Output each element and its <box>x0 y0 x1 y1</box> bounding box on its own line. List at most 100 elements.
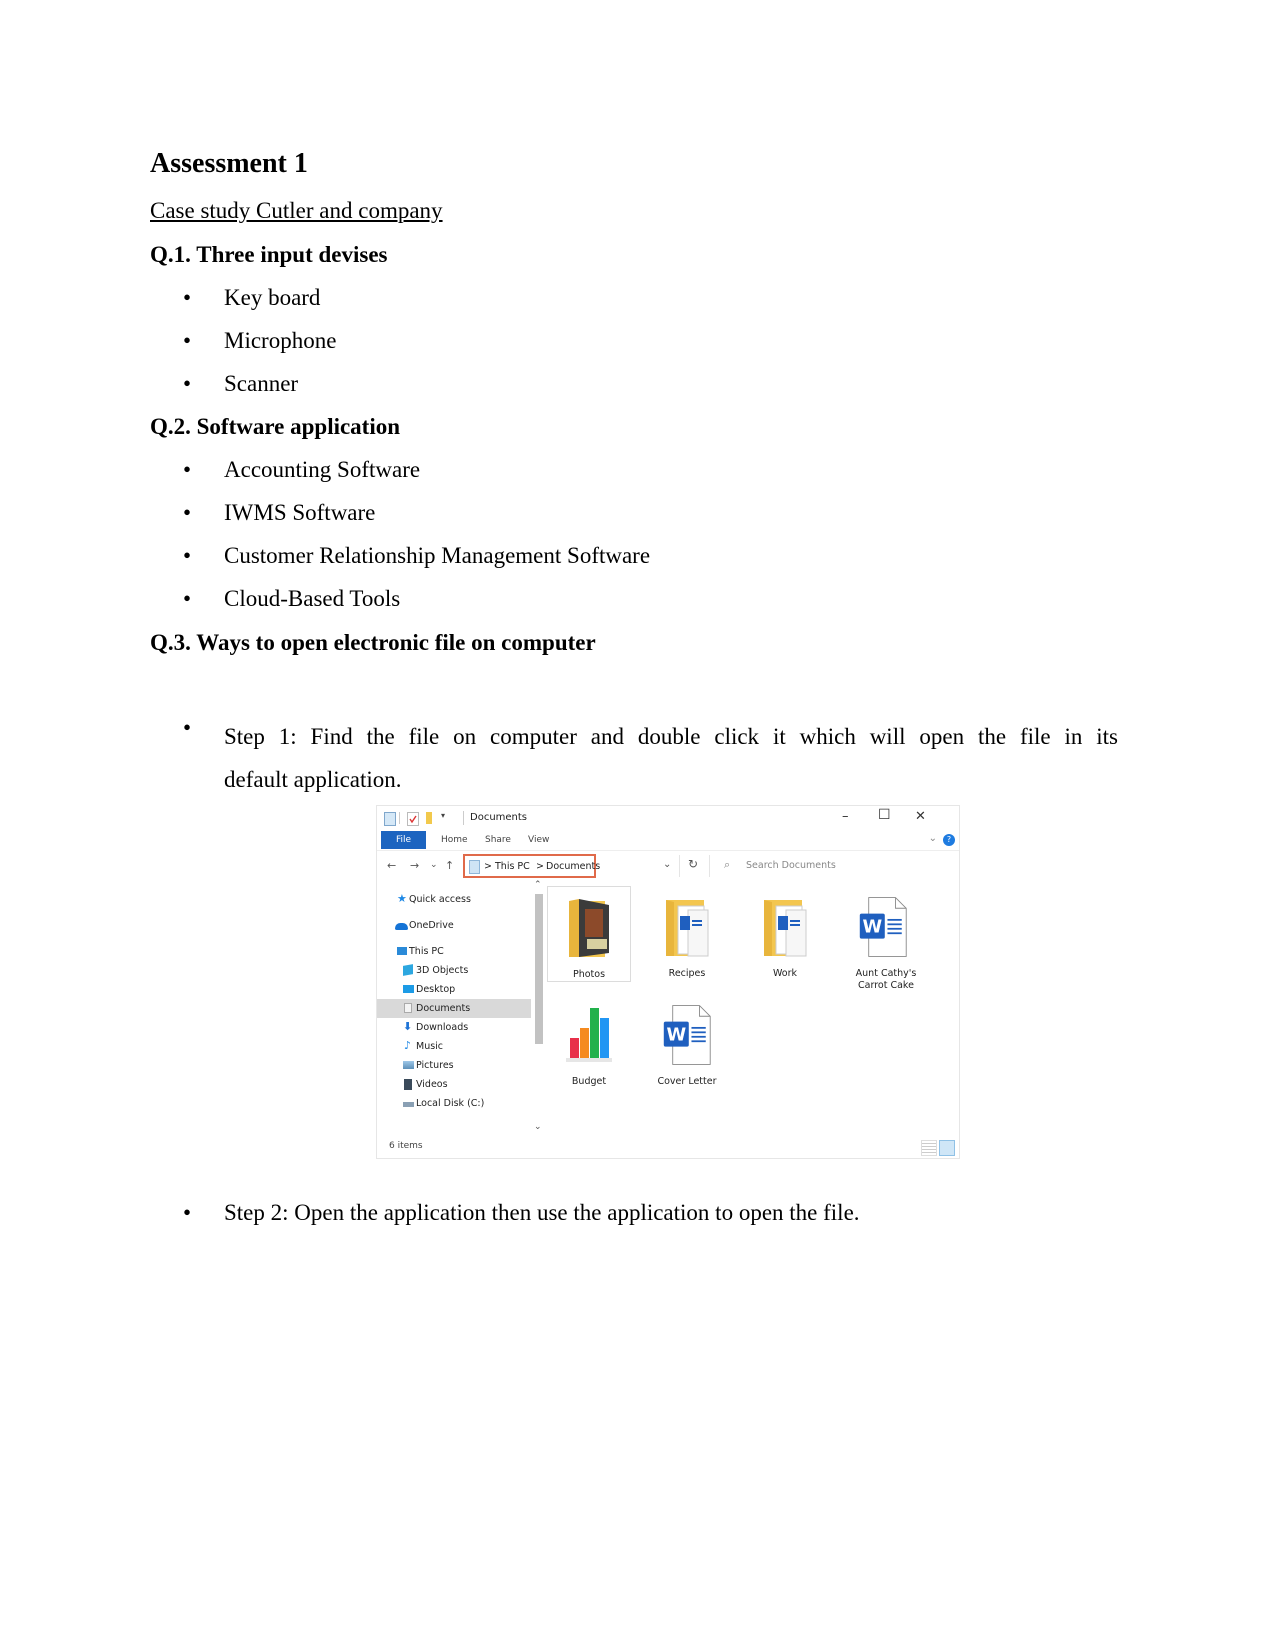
search-icon: ⌕ <box>724 858 731 871</box>
sidebar-item-desktop[interactable]: Desktop <box>377 980 531 999</box>
expand-ribbon-icon[interactable]: ⌄ <box>929 833 937 844</box>
bullet-icon: • <box>183 586 192 611</box>
refresh-button[interactable]: ↻ <box>688 857 698 871</box>
minimize-button[interactable]: – <box>842 809 849 824</box>
question-2-heading: Q.2. Software application <box>150 414 401 439</box>
sidebar-item-downloads[interactable]: ⬇ Downloads <box>377 1018 531 1037</box>
question-3-heading: Q.3. Ways to open electronic file on com… <box>150 630 596 655</box>
tab-file[interactable]: File <box>381 831 426 849</box>
list-item-text: Cloud-Based Tools <box>224 586 401 611</box>
sidebar-item-3d-objects[interactable]: 3D Objects <box>377 961 531 980</box>
sidebar-item-quick-access[interactable]: ★ Quick access <box>377 890 531 909</box>
tab-home[interactable]: Home <box>441 835 468 845</box>
picture-icon <box>403 1061 414 1069</box>
sidebar-item-videos[interactable]: Videos <box>377 1075 531 1094</box>
sidebar-item-label: Music <box>416 1041 444 1052</box>
breadcrumb-separator: > <box>536 861 544 872</box>
step-1-line-2: default application. <box>224 767 402 792</box>
film-icon <box>404 1079 412 1090</box>
sidebar-item-label: Downloads <box>416 1022 469 1033</box>
sidebar-item-local-disk[interactable]: Local Disk (C:) <box>377 1094 531 1113</box>
step-2-text: Step 2: Open the application then use th… <box>224 1200 860 1225</box>
forward-button[interactable]: → <box>410 859 419 872</box>
sidebar-item-onedrive[interactable]: OneDrive <box>377 916 531 935</box>
customize-toolbar-icon[interactable]: ▾ <box>441 811 445 820</box>
list-item-text: IWMS Software <box>224 500 376 525</box>
search-placeholder: Search Documents <box>746 860 836 871</box>
file-item-aunt-cathys-carrot-cake[interactable]: W Aunt Cathy's Carrot Cake <box>841 886 931 996</box>
divider <box>463 811 464 825</box>
question-1-heading: Q.1. Three input devises <box>150 242 388 267</box>
document-icon <box>404 1003 412 1013</box>
maximize-button[interactable]: ☐ <box>878 807 891 823</box>
address-bar[interactable]: > This PC > Documents <box>463 854 600 878</box>
breadcrumb-separator: > <box>484 861 492 872</box>
navigation-pane: ★ Quick access OneDrive This PC 3D Objec… <box>377 880 533 1136</box>
sidebar-item-label: Quick access <box>409 894 471 905</box>
tab-share[interactable]: Share <box>485 835 511 845</box>
back-button[interactable]: ← <box>387 859 396 872</box>
file-item-work[interactable]: Work <box>743 886 827 982</box>
document-subtitle: Case study Cutler and company <box>150 198 443 223</box>
computer-icon <box>397 947 407 955</box>
music-note-icon: ♪ <box>404 1039 412 1052</box>
navigation-bar: ← → ⌄ ↑ > This PC > Documents ⌄ ↻ ⌕ Sear… <box>377 850 959 881</box>
details-view-button[interactable] <box>921 1140 937 1156</box>
file-item-cover-letter[interactable]: W Cover Letter <box>645 994 729 1090</box>
status-bar: 6 items <box>377 1136 959 1158</box>
file-item-photos[interactable]: Photos <box>547 886 631 982</box>
sidebar-item-label: Desktop <box>416 984 456 995</box>
scroll-down-icon[interactable]: ⌄ <box>534 1122 542 1132</box>
sidebar-item-label: Pictures <box>416 1060 454 1071</box>
list-item-text: Customer Relationship Management Softwar… <box>224 543 651 568</box>
tab-view[interactable]: View <box>528 835 549 845</box>
list-item-text: Scanner <box>224 371 299 396</box>
spreadsheet-chart-icon <box>566 1008 612 1062</box>
bullet-icon: • <box>183 285 192 310</box>
cube-icon <box>403 964 413 976</box>
help-icon[interactable]: ? <box>943 834 955 846</box>
svg-text:W: W <box>862 916 882 937</box>
navigation-pane-scrollbar[interactable]: ⌃ ⌄ <box>533 880 545 1136</box>
up-button[interactable]: ↑ <box>445 859 454 872</box>
file-item-budget[interactable]: Budget <box>547 994 631 1090</box>
desktop-icon <box>403 985 414 993</box>
bullet-icon: • <box>183 328 192 353</box>
word-document-icon: W <box>663 1005 711 1065</box>
scrollbar-thumb[interactable] <box>535 894 543 1044</box>
divider <box>679 855 680 877</box>
step-1-line-1: Step 1: Find the file on computer and do… <box>224 724 1118 749</box>
sidebar-item-label: Local Disk (C:) <box>416 1098 485 1109</box>
word-document-icon: W <box>859 897 907 957</box>
list-item-text: Key board <box>224 285 321 310</box>
address-dropdown-icon[interactable]: ⌄ <box>663 859 671 870</box>
folder-docs-icon <box>764 900 807 957</box>
sidebar-item-this-pc[interactable]: This PC <box>377 942 531 961</box>
recent-locations-button[interactable]: ⌄ <box>430 860 438 870</box>
breadcrumb-this-pc[interactable]: This PC <box>495 861 530 872</box>
divider <box>399 812 400 824</box>
divider <box>709 855 710 877</box>
folder-photos-icon <box>569 899 609 957</box>
large-icons-view-button[interactable] <box>939 1140 955 1156</box>
list-item-text: Accounting Software <box>224 457 421 482</box>
scroll-up-icon[interactable]: ⌃ <box>534 880 542 890</box>
file-name: Budget <box>571 1076 607 1087</box>
title-bar: ▾ Documents – ☐ ✕ <box>377 806 959 830</box>
checklist-icon <box>407 812 419 826</box>
file-name: Recipes <box>668 968 706 979</box>
download-arrow-icon: ⬇ <box>403 1020 413 1033</box>
sidebar-item-documents[interactable]: Documents <box>377 999 531 1018</box>
document-title: Assessment 1 <box>150 148 308 179</box>
this-pc-icon <box>469 860 480 874</box>
file-item-recipes[interactable]: Recipes <box>645 886 729 982</box>
search-box[interactable]: ⌕ Search Documents <box>716 854 955 878</box>
breadcrumb-documents[interactable]: Documents <box>546 861 600 872</box>
svg-text:W: W <box>666 1024 686 1045</box>
close-button[interactable]: ✕ <box>915 809 926 824</box>
window-title: Documents <box>470 812 528 823</box>
sidebar-item-pictures[interactable]: Pictures <box>377 1056 531 1075</box>
drive-icon <box>403 1102 414 1107</box>
sidebar-item-music[interactable]: ♪ Music <box>377 1037 531 1056</box>
folder-icon <box>426 812 432 824</box>
